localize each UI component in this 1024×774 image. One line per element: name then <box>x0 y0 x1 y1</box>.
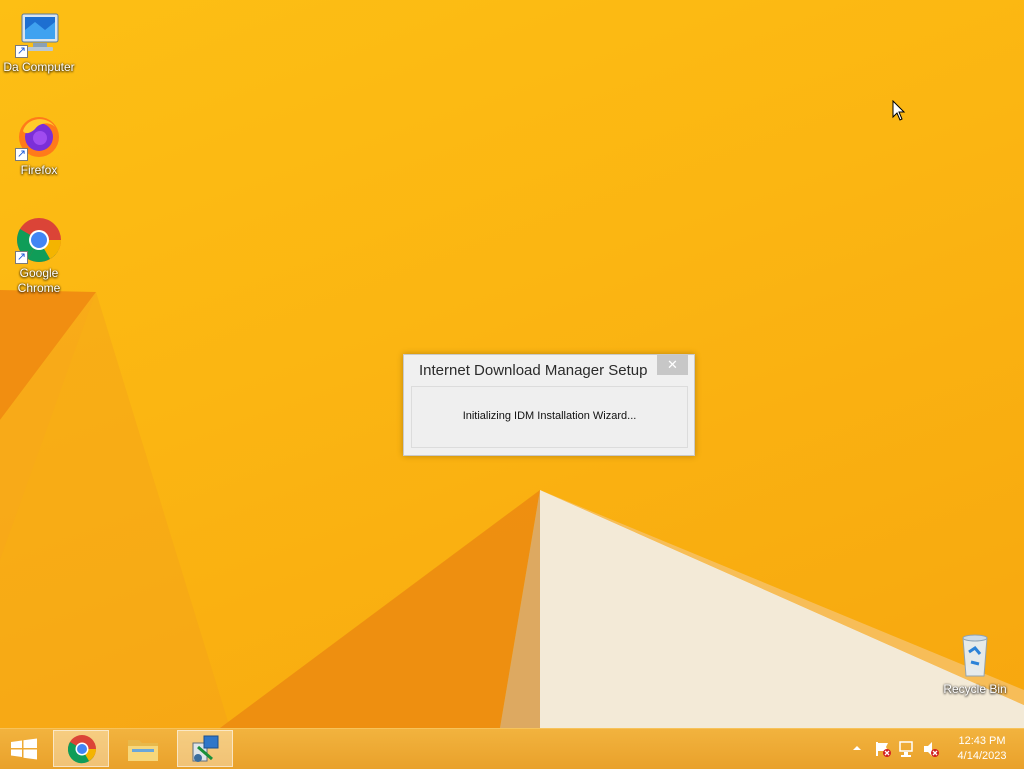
clock-date: 4/14/2023 <box>957 750 1007 762</box>
recycle-bin-icon <box>951 632 999 680</box>
idm-setup-dialog: Internet Download Manager Setup ✕ Initia… <box>403 354 695 456</box>
desktop-icon-recycle-bin[interactable]: Recycle Bin <box>936 632 1014 697</box>
status-message: Initializing IDM Installation Wizard... <box>462 410 637 422</box>
taskbar: 12:43 PM 4/14/2023 <box>0 728 1024 769</box>
shortcut-arrow-icon: ↗ <box>15 251 28 264</box>
mouse-cursor-icon <box>892 100 906 121</box>
desktop-icon-label: Recycle Bin <box>943 682 1007 696</box>
taskbar-button-idm-setup[interactable] <box>177 730 233 767</box>
shortcut-arrow-icon: ↗ <box>15 148 28 161</box>
dialog-content-panel: Initializing IDM Installation Wizard... <box>411 386 688 448</box>
desktop-icon-label: Google Chrome <box>17 266 61 295</box>
firefox-icon: ↗ <box>15 113 63 161</box>
windows-logo-icon <box>11 738 37 760</box>
installer-icon <box>192 735 219 762</box>
desktop-icon-chrome[interactable]: ↗ Google Chrome <box>0 216 78 296</box>
network-icon[interactable] <box>898 740 916 758</box>
desktop-icon-label: Firefox <box>20 163 58 177</box>
clock-time: 12:43 PM <box>958 735 1006 747</box>
shortcut-arrow-icon: ↗ <box>15 45 28 58</box>
dialog-title: Internet Download Manager Setup <box>419 362 648 379</box>
taskbar-clock[interactable]: 12:43 PM 4/14/2023 <box>946 734 1018 764</box>
show-hidden-icons-chevron[interactable] <box>852 743 862 753</box>
desktop: ↗ Da Computer ↗ Firefox ↗ Google Chrome … <box>0 0 1024 728</box>
close-button[interactable]: ✕ <box>657 355 688 375</box>
volume-muted-icon[interactable] <box>922 740 940 758</box>
desktop-icon-label: Da Computer <box>3 60 75 74</box>
folder-icon <box>128 740 158 761</box>
chrome-icon: ↗ <box>15 216 63 264</box>
desktop-icon-firefox[interactable]: ↗ Firefox <box>0 113 78 178</box>
taskbar-button-chrome[interactable] <box>53 730 109 767</box>
desktop-icon-computer[interactable]: ↗ Da Computer <box>0 10 78 75</box>
chrome-icon <box>67 735 96 764</box>
action-center-flag-icon[interactable] <box>874 740 892 758</box>
computer-icon: ↗ <box>15 10 63 58</box>
taskbar-button-file-explorer[interactable] <box>115 730 171 767</box>
start-button[interactable] <box>0 729 48 769</box>
